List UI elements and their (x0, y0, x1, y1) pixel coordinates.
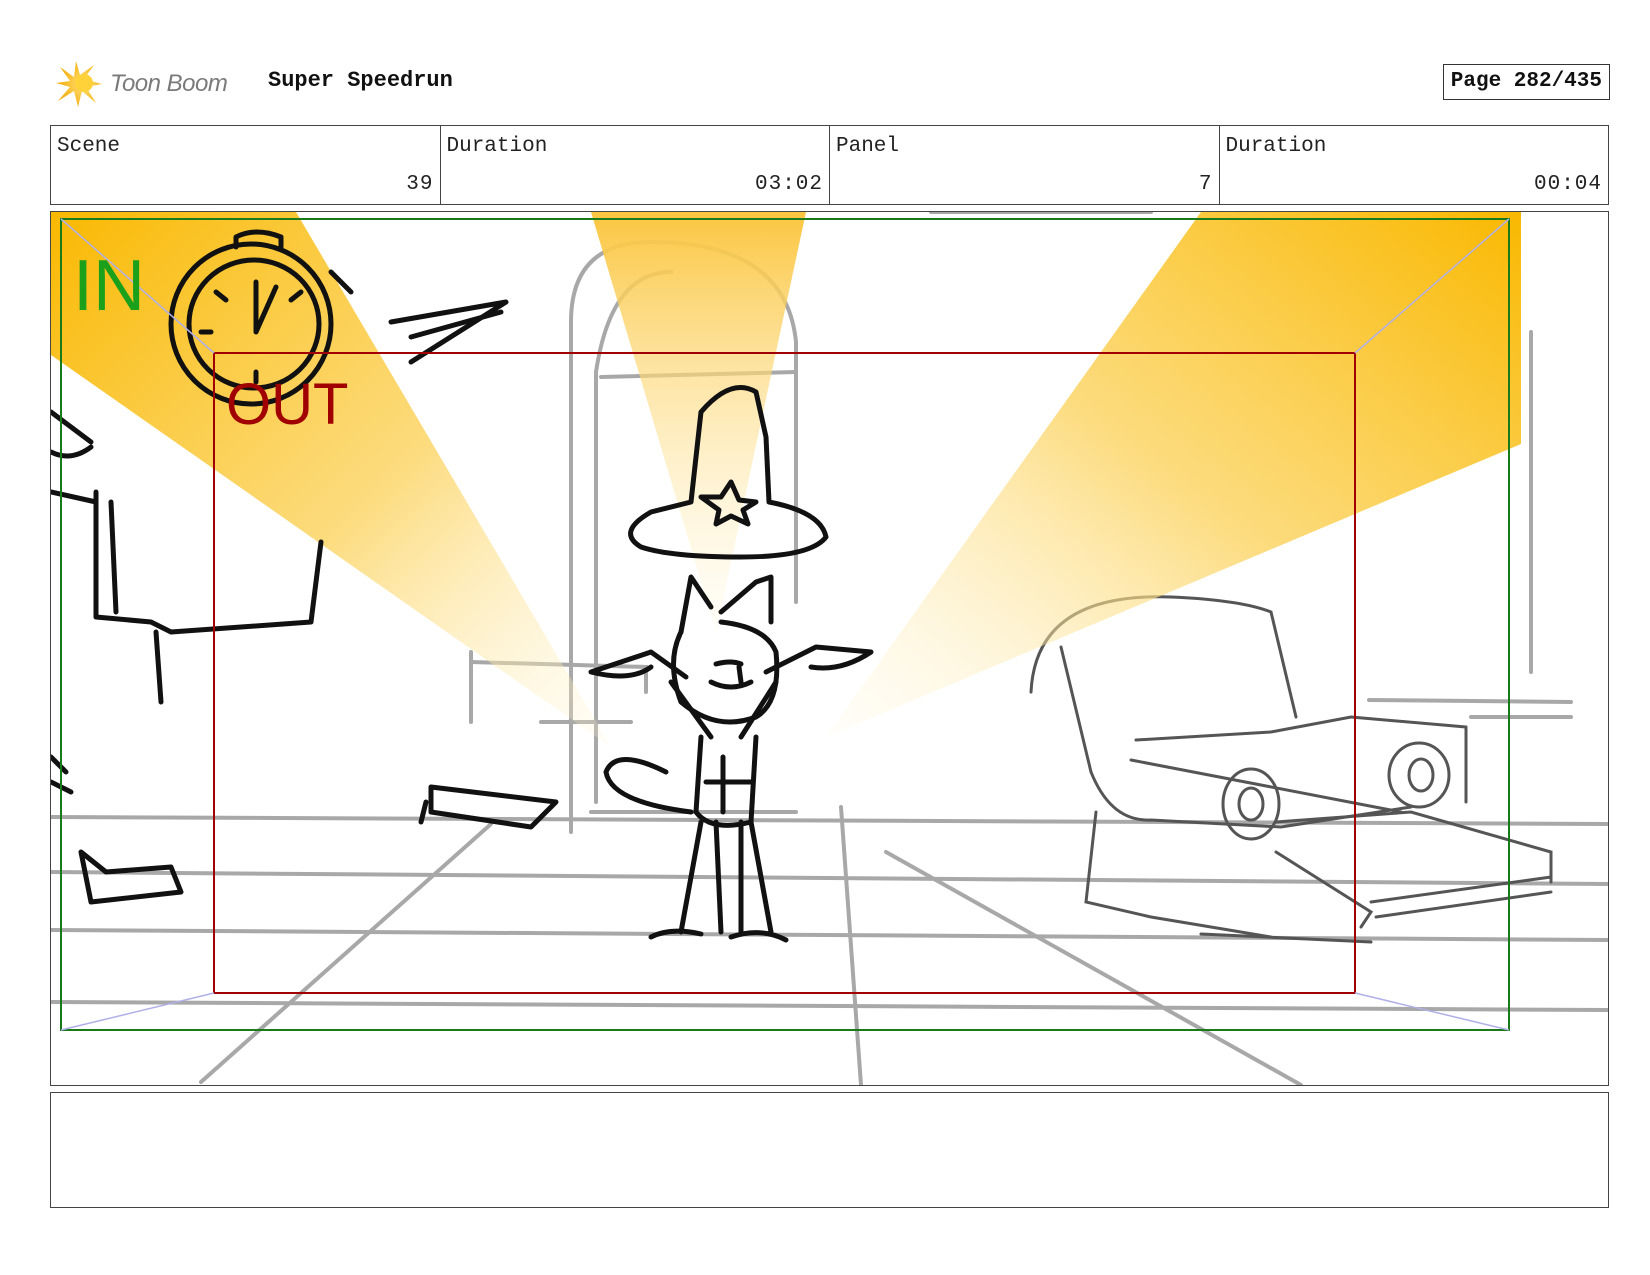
panel-value: 7 (1198, 173, 1213, 196)
panel-info-table: Scene 39 Duration 03:02 Panel 7 Duration… (50, 125, 1609, 205)
panel-label: Panel (836, 135, 900, 158)
page-header: Toon Boom Super Speedrun Page 282/435 (50, 55, 1610, 115)
panel-duration-label: Duration (1225, 135, 1327, 158)
panel-notes (50, 1092, 1609, 1208)
toon-boom-logo: Toon Boom (54, 59, 254, 109)
scene-duration-value: 03:02 (754, 173, 823, 196)
scene-label: Scene (57, 135, 121, 158)
project-title: Super Speedrun (268, 68, 453, 93)
in-label: IN (73, 246, 145, 326)
scene-duration-cell: Duration 03:02 (441, 126, 830, 204)
logo-text: Toon Boom (110, 70, 228, 97)
panel-duration-cell: Duration 00:04 (1220, 126, 1609, 204)
starburst-logo-icon (56, 61, 102, 107)
armchair-sketch (1029, 595, 1553, 944)
out-label: OUT (226, 372, 348, 437)
scene-cell: Scene 39 (51, 126, 441, 204)
panel-cell: Panel 7 (830, 126, 1220, 204)
storyboard-panel: IN OUT (50, 211, 1609, 1086)
page-number: Page 282/435 (1442, 64, 1610, 100)
panel-sketch: IN OUT (51, 212, 1608, 1085)
scene-duration-label: Duration (446, 135, 548, 158)
spotlight-right (826, 212, 1521, 737)
panel-duration-value: 00:04 (1533, 173, 1602, 196)
scene-value: 39 (406, 173, 434, 196)
